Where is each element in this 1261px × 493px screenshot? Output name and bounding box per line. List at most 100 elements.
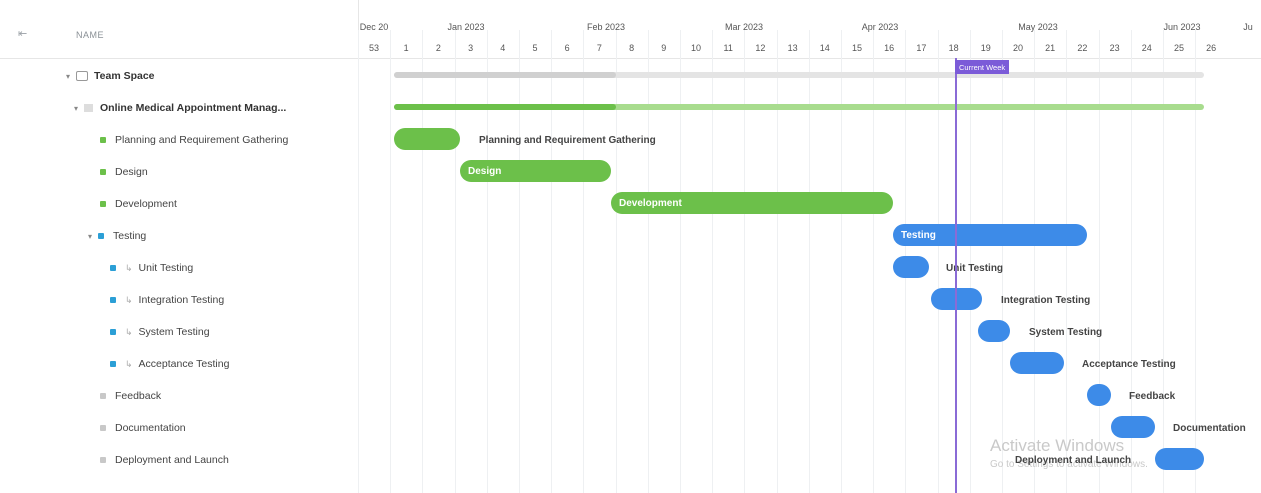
subtask-icon: ↳ <box>125 326 133 337</box>
week-gridline <box>937 30 939 493</box>
week-number: 3 <box>468 43 474 53</box>
week-gridline <box>712 30 714 493</box>
week-number: 2 <box>435 43 441 53</box>
month-label: Jan 2023 <box>447 22 485 32</box>
week-gridline <box>454 30 456 493</box>
week-number: 14 <box>819 43 830 53</box>
week-number: 23 <box>1109 43 1120 53</box>
task-name: Online Medical Appointment Manag... <box>100 102 287 114</box>
week-number: 22 <box>1077 43 1088 53</box>
bar-label-acceptance-testing: Acceptance Testing <box>1082 359 1176 370</box>
status-square-icon <box>110 265 116 271</box>
team-space-summary-progress <box>394 72 616 78</box>
current-week-line <box>955 58 957 493</box>
week-gridline <box>1034 30 1036 493</box>
month-label: Feb 2023 <box>586 22 626 32</box>
task-list-header: ⇤ NAME <box>0 0 358 59</box>
week-number: 16 <box>884 43 895 53</box>
gantt-bar-design[interactable]: Design <box>460 160 611 182</box>
week-number: 7 <box>596 43 602 53</box>
project-summary-progress <box>394 104 616 110</box>
status-square-icon <box>110 361 116 367</box>
gantt-bar-testing[interactable]: Testing <box>893 224 1087 246</box>
month-label: Apr 2023 <box>861 22 899 32</box>
week-gridline <box>519 30 520 493</box>
status-square-icon <box>98 233 104 239</box>
week-number: 15 <box>851 43 863 53</box>
task-name: Feedback <box>115 390 162 402</box>
week-gridline <box>841 30 842 493</box>
week-number: 20 <box>1012 43 1024 53</box>
gantt-bar-unit-testing[interactable] <box>893 256 929 278</box>
gantt-bar-deployment[interactable] <box>1155 448 1204 470</box>
week-gridline <box>969 30 971 493</box>
week-number: 53 <box>368 43 380 53</box>
status-square-icon <box>100 425 106 431</box>
status-square-icon <box>100 137 106 143</box>
gantt-bar-feedback[interactable] <box>1087 384 1111 406</box>
month-label: May 2023 <box>1018 22 1058 32</box>
subtask-icon: ↳ <box>125 358 133 369</box>
week-gridline <box>808 30 810 493</box>
chevron-down-icon[interactable]: ▾ <box>74 104 84 113</box>
task-name: Integration Testing <box>138 294 225 306</box>
folder-icon <box>76 71 88 81</box>
status-square-icon <box>110 297 116 303</box>
week-number: 9 <box>661 43 667 53</box>
week-number: 6 <box>564 43 570 53</box>
list-icon <box>84 104 93 112</box>
bar-label-feedback: Feedback <box>1129 391 1176 402</box>
status-square-icon <box>100 393 106 399</box>
task-name: Testing <box>113 230 147 242</box>
week-gridline <box>551 30 553 493</box>
bar-label-development: Development <box>619 197 682 209</box>
subtask-icon: ↳ <box>125 262 133 273</box>
week-number: 4 <box>500 43 506 53</box>
week-gridline <box>615 30 617 493</box>
gantt-bar-planning[interactable] <box>394 128 460 150</box>
task-name: Team Space <box>94 70 155 82</box>
collapse-icon[interactable]: ⇤ <box>18 27 27 40</box>
week-number: 8 <box>629 43 635 53</box>
bar-label-design: Design <box>468 165 502 177</box>
status-square-icon <box>100 201 106 207</box>
name-column-header[interactable]: NAME <box>76 30 104 40</box>
bar-label-system-testing: System Testing <box>1029 327 1103 338</box>
gantt-bar-documentation[interactable] <box>1111 416 1155 438</box>
bar-label-integration-testing: Integration Testing <box>1001 295 1091 306</box>
watermark-title: Activate Windows <box>990 436 1125 455</box>
bar-label-planning: Planning and Requirement Gathering <box>479 135 656 146</box>
gantt-bar-acceptance-testing[interactable] <box>1010 352 1064 374</box>
week-gridline <box>1066 30 1068 493</box>
week-number: 21 <box>1045 43 1056 53</box>
chevron-down-icon[interactable]: ▾ <box>66 72 76 81</box>
week-gridline <box>1098 30 1100 493</box>
week-gridline <box>680 30 681 493</box>
task-name: System Testing <box>138 326 210 338</box>
week-gridline <box>390 30 392 493</box>
status-square-icon <box>110 329 116 335</box>
week-number: 24 <box>1141 43 1152 53</box>
month-label: Ju <box>1243 22 1253 32</box>
week-number: 5 <box>532 43 538 53</box>
bar-label-documentation: Documentation <box>1173 423 1246 434</box>
task-name: Documentation <box>115 422 186 434</box>
task-name: Planning and Requirement Gathering <box>115 134 289 146</box>
week-gridline <box>486 30 488 493</box>
week-number: 10 <box>690 43 702 53</box>
gantt-view: ⇤ NAME ▾ Team Space ▾ Online Medical App… <box>0 0 1261 493</box>
week-number: 19 <box>980 43 991 53</box>
gantt-bar-system-testing[interactable] <box>978 320 1010 342</box>
task-name: Deployment and Launch <box>115 454 229 466</box>
task-name: Development <box>115 198 177 210</box>
week-number: 18 <box>948 43 959 53</box>
bar-label-deployment: Deployment and Launch <box>1015 455 1132 466</box>
week-number: 11 <box>723 43 733 53</box>
week-number: 17 <box>916 43 927 53</box>
gantt-bar-development[interactable]: Development <box>611 192 893 214</box>
week-gridline <box>647 30 649 493</box>
status-square-icon <box>100 457 106 463</box>
status-square-icon <box>100 169 106 175</box>
chevron-down-icon[interactable]: ▾ <box>88 232 98 241</box>
week-gridline <box>776 30 778 493</box>
